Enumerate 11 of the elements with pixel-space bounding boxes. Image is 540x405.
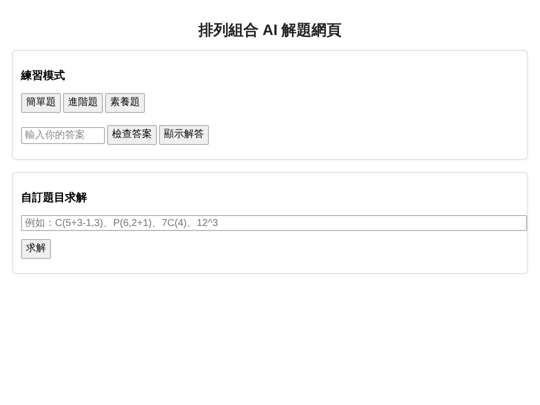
section-heading: 自訂題目求解 [21,191,88,205]
action-button[interactable]: 檢查答案 [107,125,157,145]
action-button[interactable]: 顯示解答 [159,125,209,145]
problem-field[interactable]: 例如：C(5+3-1,3)、P(6,2+1)、7C(4)、12^3 [21,215,527,231]
level-button[interactable]: 進階題 [63,93,103,113]
level-button[interactable]: 簡單題 [21,93,61,113]
answer-field[interactable]: 輸入你的答案 [21,126,105,144]
page-title: 排列組合 AI 解題網頁 [197,21,343,41]
solve-button[interactable]: 求解 [21,239,51,259]
section-heading: 練習模式 [21,69,66,83]
level-button[interactable]: 素養題 [105,93,145,113]
